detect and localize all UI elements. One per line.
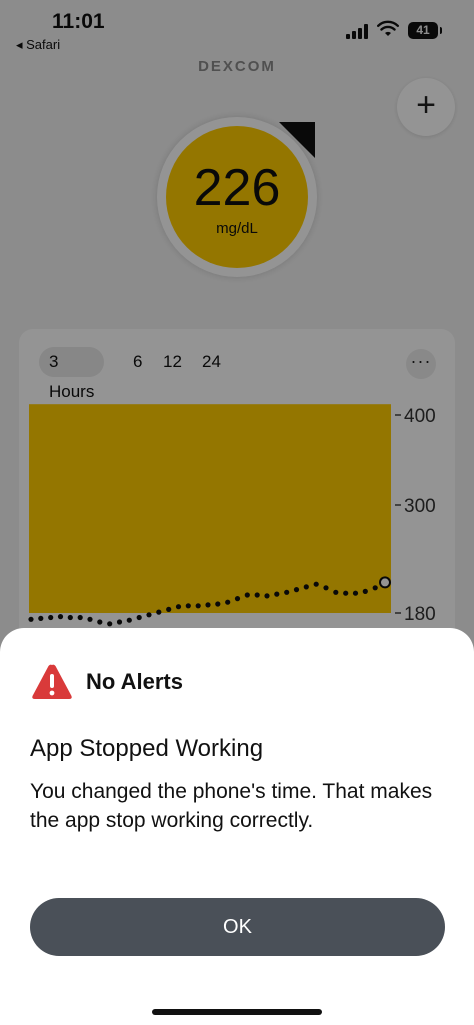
alert-status-label: No Alerts [86, 669, 183, 694]
home-indicator [152, 1009, 322, 1015]
warning-triangle-icon [32, 664, 72, 699]
alert-title: App Stopped Working [30, 735, 264, 762]
alert-sheet: No Alerts App Stopped Working You change… [0, 628, 474, 1025]
alert-message: You changed the phone's time. That makes… [30, 780, 433, 832]
ok-button[interactable]: OK [30, 898, 445, 956]
